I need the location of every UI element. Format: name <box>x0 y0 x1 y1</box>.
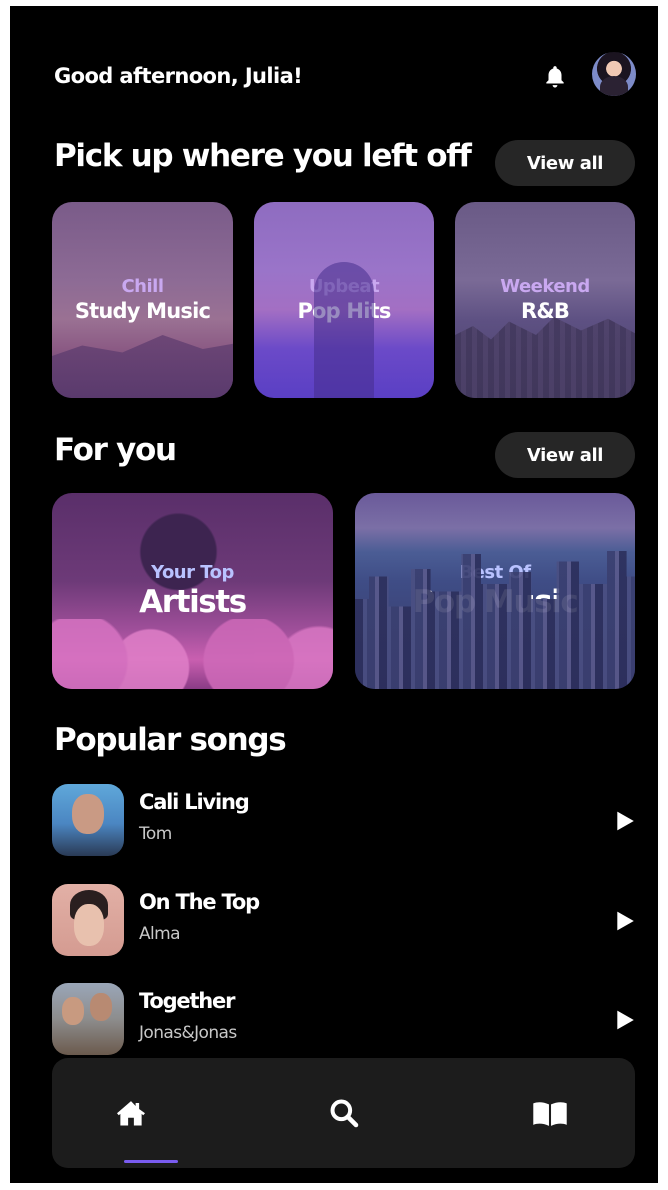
song-title: Together <box>139 989 235 1013</box>
song-title: Cali Living <box>139 790 250 814</box>
card-subtitle: Best Of <box>459 562 531 583</box>
avatar[interactable] <box>592 52 636 96</box>
section-title-recent: Pick up where you left off <box>54 138 472 174</box>
song-cover <box>52 884 124 956</box>
section-title-popular: Popular songs <box>54 722 287 758</box>
card-subtitle: Chill <box>121 276 164 297</box>
card-subtitle: Upbeat <box>308 276 380 297</box>
song-item[interactable]: Together Jonas&Jonas <box>52 983 635 1057</box>
playlist-card-top-artists[interactable]: Your Top Artists <box>52 493 333 689</box>
view-all-for-you-button[interactable]: View all <box>495 432 635 478</box>
view-all-recent-button[interactable]: View all <box>495 140 635 186</box>
playlist-card-pop-music[interactable]: Best Of Pop Music <box>355 493 635 689</box>
song-title: On The Top <box>139 890 260 914</box>
card-subtitle: Your Top <box>151 562 234 583</box>
library-icon <box>533 1102 567 1126</box>
song-artist: Jonas&Jonas <box>139 1023 237 1043</box>
bell-icon[interactable] <box>542 64 568 90</box>
bottom-nav <box>52 1058 635 1168</box>
playlist-card-rnb[interactable]: Weekend R&B <box>455 202 635 398</box>
play-icon[interactable] <box>614 1009 636 1031</box>
card-title: Study Music <box>74 299 211 323</box>
card-title: R&B <box>520 299 570 323</box>
app-screen: Good afternoon, Julia! Pick up where you… <box>10 6 658 1183</box>
playlist-card-pop-hits[interactable]: Upbeat Pop Hits <box>254 202 434 398</box>
song-artist: Alma <box>139 924 181 944</box>
song-cover <box>52 784 124 856</box>
song-artist: Tom <box>139 824 172 844</box>
playlist-card-study-music[interactable]: Chill Study Music <box>52 202 233 398</box>
nav-library[interactable] <box>490 1058 610 1168</box>
header: Good afternoon, Julia! <box>54 52 640 100</box>
play-icon[interactable] <box>614 810 636 832</box>
nav-search[interactable] <box>284 1058 404 1168</box>
section-title-for-you: For you <box>54 432 177 468</box>
active-tab-indicator <box>124 1160 178 1163</box>
greeting-text: Good afternoon, Julia! <box>54 64 303 88</box>
song-item[interactable]: On The Top Alma <box>52 884 635 958</box>
search-icon <box>330 1099 359 1128</box>
card-title: Pop Music <box>412 584 579 620</box>
home-icon <box>117 1101 145 1126</box>
nav-home[interactable] <box>71 1058 191 1168</box>
play-icon[interactable] <box>614 910 636 932</box>
card-title: Artists <box>139 584 247 620</box>
song-item[interactable]: Cali Living Tom <box>52 784 635 858</box>
song-cover <box>52 983 124 1055</box>
card-title: Pop Hits <box>297 299 391 323</box>
card-subtitle: Weekend <box>500 276 590 297</box>
